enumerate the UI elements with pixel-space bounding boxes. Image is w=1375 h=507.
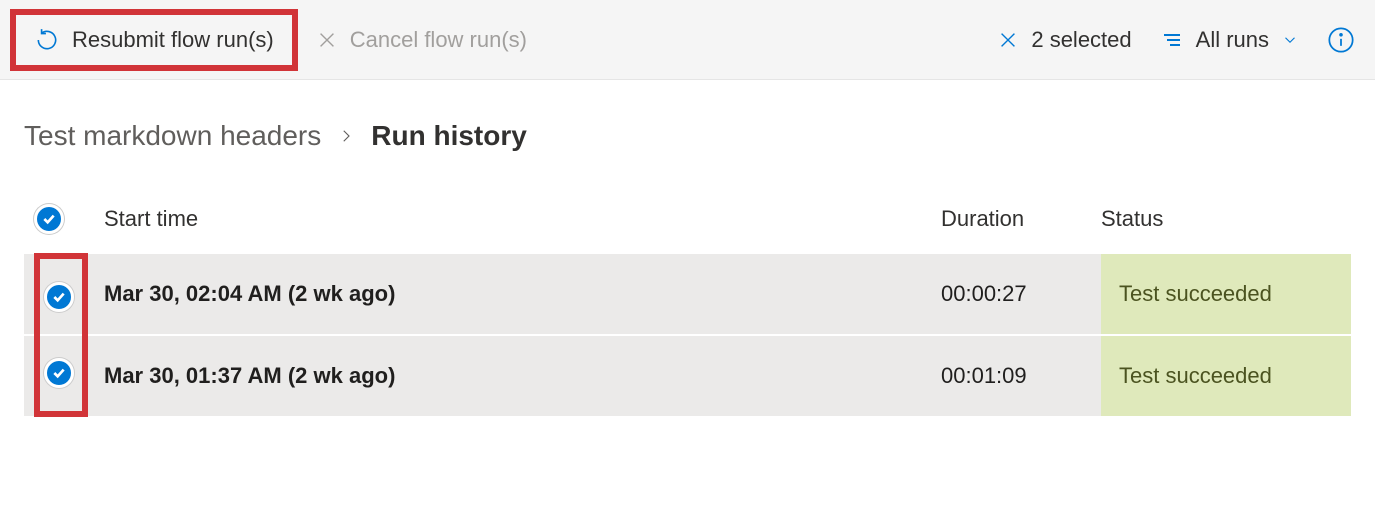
checkbox-highlight bbox=[34, 253, 88, 335]
breadcrumb-parent[interactable]: Test markdown headers bbox=[24, 120, 321, 152]
row-duration: 00:00:27 bbox=[941, 281, 1101, 307]
cancel-button: Cancel flow run(s) bbox=[298, 15, 545, 65]
column-header-status[interactable]: Status bbox=[1101, 206, 1351, 232]
table-header-row: Start time Duration Status bbox=[24, 192, 1351, 254]
row-checkbox[interactable] bbox=[44, 282, 74, 312]
info-button[interactable] bbox=[1327, 26, 1355, 54]
clear-selection-button[interactable]: 2 selected bbox=[997, 27, 1131, 53]
filter-icon bbox=[1160, 28, 1184, 52]
cancel-label: Cancel flow run(s) bbox=[350, 27, 527, 53]
column-header-start[interactable]: Start time bbox=[104, 206, 941, 232]
x-icon bbox=[316, 29, 338, 51]
x-icon bbox=[997, 29, 1019, 51]
status-badge: Test succeeded bbox=[1101, 336, 1351, 416]
checkbox-highlight bbox=[34, 335, 88, 417]
chevron-down-icon bbox=[1281, 31, 1299, 49]
resubmit-highlight: Resubmit flow run(s) bbox=[10, 9, 298, 71]
selection-count-label: 2 selected bbox=[1031, 27, 1131, 53]
table-row[interactable]: Mar 30, 02:04 AM (2 wk ago) 00:00:27 Tes… bbox=[24, 254, 1351, 336]
row-checkbox-cell bbox=[24, 335, 104, 417]
command-bar: Resubmit flow run(s) Cancel flow run(s) … bbox=[0, 0, 1375, 80]
refresh-icon bbox=[34, 27, 60, 53]
row-duration: 00:01:09 bbox=[941, 363, 1101, 389]
toolbar-right: 2 selected All runs bbox=[997, 26, 1355, 54]
breadcrumb-current: Run history bbox=[371, 120, 527, 152]
status-badge: Test succeeded bbox=[1101, 254, 1351, 334]
select-all-checkbox[interactable] bbox=[34, 204, 64, 234]
run-history-table: Start time Duration Status Mar 30, 02:04… bbox=[0, 172, 1375, 418]
resubmit-label: Resubmit flow run(s) bbox=[72, 27, 274, 53]
breadcrumb: Test markdown headers Run history bbox=[0, 80, 1375, 172]
row-checkbox-cell bbox=[24, 253, 104, 335]
select-all-cell bbox=[24, 204, 104, 234]
column-header-duration[interactable]: Duration bbox=[941, 206, 1101, 232]
filter-label: All runs bbox=[1196, 27, 1269, 53]
resubmit-button[interactable]: Resubmit flow run(s) bbox=[16, 15, 292, 65]
row-start-time: Mar 30, 02:04 AM (2 wk ago) bbox=[104, 281, 941, 307]
chevron-right-icon bbox=[337, 127, 355, 145]
table-row[interactable]: Mar 30, 01:37 AM (2 wk ago) 00:01:09 Tes… bbox=[24, 336, 1351, 418]
filter-dropdown[interactable]: All runs bbox=[1160, 27, 1299, 53]
row-start-time: Mar 30, 01:37 AM (2 wk ago) bbox=[104, 363, 941, 389]
row-checkbox[interactable] bbox=[44, 358, 74, 388]
